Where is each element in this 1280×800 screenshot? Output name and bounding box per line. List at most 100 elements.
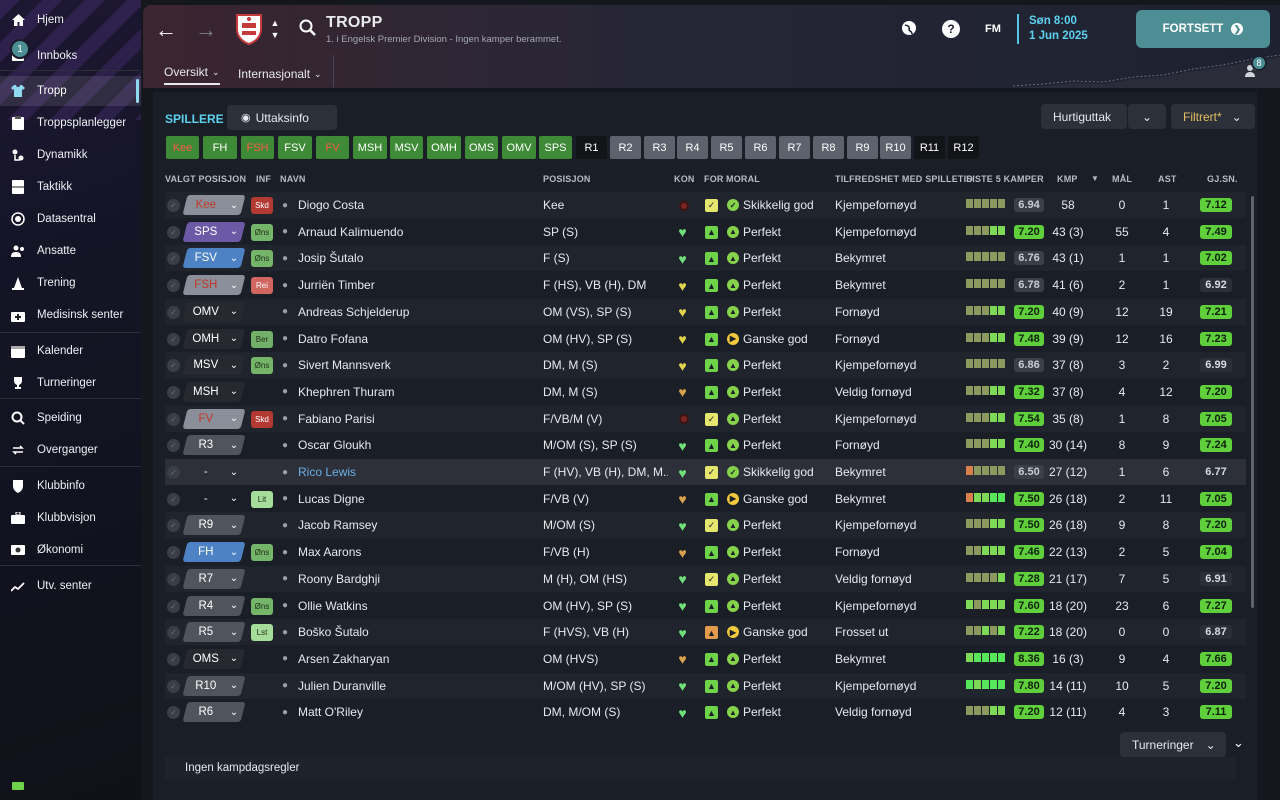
position-tag[interactable]: FSV [278,136,312,159]
selected-position-dropdown[interactable]: R5 ⌄ [182,622,246,643]
table-row[interactable]: ✓ - ⌄ Lit ● Lucas Digne F/VB (V) ♥ ▲ ▶ Ganske god B… [165,486,1246,512]
select-row-checkbox[interactable]: ✓ [167,305,180,319]
table-row[interactable]: ✓ - ⌄ ● Rico Lewis F (HV), VB (H), DM, M... ♥ ✓… [165,459,1246,485]
table-row[interactable]: ✓ R9 ⌄ ● Jacob Ramsey M/OM (S) ♥ ✓ ▲ Perfekt Kjemp… [165,512,1246,539]
sidebar-item-turneringer[interactable]: Turneringer [0,368,141,398]
tournaments-dropdown[interactable]: Turneringer ⌄ [1120,732,1226,757]
quick-pick-chevron-icon[interactable]: ⌄ [1128,104,1166,129]
position-tag[interactable]: R9 [847,136,878,159]
info-badge[interactable]: Lst [251,624,273,642]
sidebar-item-trening[interactable]: Trening [0,268,141,298]
position-tag[interactable]: OMS [465,136,498,159]
player-name[interactable]: Jacob Ramsey [298,512,543,538]
col-header-last5[interactable]: SISTE 5 KAMPER [966,174,1044,184]
continue-button[interactable]: FORTSETT ❯ [1136,10,1270,48]
globe-icon[interactable] [900,19,918,37]
select-row-checkbox[interactable]: ✓ [167,279,180,293]
col-header-kon[interactable]: KON [674,174,695,184]
position-tag[interactable]: R1 [576,136,607,159]
position-tag[interactable]: R8 [813,136,844,159]
sidebar-item-kalender[interactable]: Kalender [0,336,141,366]
sidebar-item-utv-senter[interactable]: Utv. senter [0,571,141,601]
selected-position-dropdown[interactable]: FH ⌄ [182,542,246,563]
quick-pick-button[interactable]: Hurtiguttak [1041,104,1127,129]
table-row[interactable]: ✓ OMV ⌄ ● Andreas Schjelderup OM (VS), SP (S)… [165,298,1246,325]
position-tag[interactable]: R2 [610,136,641,159]
select-row-checkbox[interactable]: ✓ [167,412,180,426]
player-name[interactable]: Josip Šutalo [298,245,543,271]
position-tag[interactable]: Kee [166,136,199,159]
table-row[interactable]: ✓ OMS ⌄ ● Arsen Zakharyan OM (HVS) ♥ ▲ ▲ Perfekt B… [165,646,1246,672]
collapse-chevron-icon[interactable]: ⌄ [1233,735,1244,751]
player-name[interactable]: Sivert Mannsverk [298,352,543,378]
select-row-checkbox[interactable]: ✓ [167,679,180,693]
player-name[interactable]: Julien Duranville [298,673,543,699]
table-scrollbar[interactable] [1251,196,1254,608]
selected-position-dropdown[interactable]: Kee ⌄ [182,195,246,215]
selected-position-dropdown[interactable]: R7 ⌄ [182,568,246,589]
select-row-checkbox[interactable]: ✓ [167,466,180,479]
sidebar-item-økonomi[interactable]: Økonomi [0,535,141,565]
sidebar-item-hjem[interactable]: Hjem [0,5,141,35]
tab-internasjonalt[interactable]: Internasjonalt ⌄ [238,63,322,85]
table-row[interactable]: ✓ R10 ⌄ ● Julien Duranville M/OM (HV), SP (S)… [165,672,1246,699]
selected-position-dropdown[interactable]: MSV ⌄ [182,355,246,376]
position-tag[interactable]: R3 [644,136,675,159]
forward-arrow-icon[interactable]: → [195,17,217,42]
table-row[interactable]: ✓ FH ⌄ Øns ● Max Aarons F/VB (H) ♥ ▲ ▲ Perfekt Forn… [165,539,1246,565]
table-row[interactable]: ✓ R3 ⌄ ● Oscar Gloukh M/OM (S), SP (S) ♥ ▲ ▲ Perf… [165,432,1246,458]
info-badge[interactable]: Rei [251,277,273,295]
select-row-checkbox[interactable]: ✓ [167,519,180,533]
game-date[interactable]: Søn 8:00 1 Jun 2025 [1017,14,1088,44]
sidebar-item-klubbinfo[interactable]: Klubbinfo [0,471,141,501]
select-row-checkbox[interactable]: ✓ [167,385,180,399]
player-name[interactable]: Diogo Costa [298,192,543,218]
player-name[interactable]: Arnaud Kalimuendo [298,219,543,245]
filter-dropdown[interactable]: Filtrert* ⌄ [1171,104,1255,129]
club-crest-icon[interactable] [234,12,264,46]
select-row-checkbox[interactable]: ✓ [167,332,180,346]
col-header-inf[interactable]: INF [256,174,271,184]
position-tag[interactable]: SPS [539,136,572,159]
select-row-checkbox[interactable]: ✓ [167,572,180,586]
table-row[interactable]: ✓ R4 ⌄ Øns ● Ollie Watkins OM (HV), SP (S) ♥ ▲ ▲ P… [165,593,1246,619]
uttaksinfo-dropdown[interactable]: ◉ Uttaksinfo [227,105,337,130]
info-badge[interactable]: Øns [251,544,273,562]
player-name[interactable]: Rico Lewis [298,459,543,485]
position-tag[interactable]: R4 [677,136,708,159]
sidebar-item-dynamikk[interactable]: Dynamikk [0,140,141,170]
search-icon[interactable] [298,18,318,38]
selected-position-dropdown[interactable]: R10 ⌄ [182,675,246,696]
table-row[interactable]: ✓ Kee ⌄ Skd ● Diogo Costa Kee ✓ ✓ Skikkelig god Kj… [165,192,1246,218]
position-tag[interactable]: MSH [353,136,387,159]
position-tag[interactable]: R7 [779,136,810,159]
table-row[interactable]: ✓ R5 ⌄ Lst ● Boško Šutalo F (HVS), VB (H) ♥ ▲ ▶ Ga… [165,619,1246,646]
info-badge[interactable]: Skd [251,410,273,428]
player-name[interactable]: Lucas Digne [298,486,543,512]
col-header-avg[interactable]: GJ.SN. [1207,174,1238,184]
info-badge[interactable]: Øns [251,357,273,375]
table-row[interactable]: ✓ R7 ⌄ ● Roony Bardghji M (H), OM (HS) ♥ ✓ ▲ Perf… [165,565,1246,592]
info-badge[interactable]: Skd [251,197,273,214]
player-name[interactable]: Matt O'Riley [298,699,543,725]
select-row-checkbox[interactable]: ✓ [167,199,180,212]
col-header-assists[interactable]: AST [1158,174,1177,184]
selected-position-dropdown[interactable]: OMS ⌄ [182,648,246,669]
select-row-checkbox[interactable]: ✓ [167,492,180,506]
player-name[interactable]: Ollie Watkins [298,593,543,619]
selected-position-dropdown[interactable]: FSV ⌄ [182,248,246,269]
col-header-moral[interactable]: MORAL [726,174,760,184]
position-tag[interactable]: R6 [745,136,776,159]
position-tag[interactable]: R10 [880,136,911,159]
club-switch-chevrons-icon[interactable]: ▲ ▼ [269,15,281,43]
help-icon[interactable]: ? [942,20,960,38]
sidebar-item-medisinsk-senter[interactable]: Medisinsk senter [0,300,141,330]
col-header-satisfaction[interactable]: TILFREDSHET MED SPILLETID [835,174,973,184]
sidebar-item-speiding[interactable]: Speiding [0,403,141,433]
sidebar-item-taktikk[interactable]: Taktikk [0,172,141,202]
sidebar-item-overganger[interactable]: Overganger [0,435,141,465]
position-tag[interactable]: FSH [241,136,274,159]
table-row[interactable]: ✓ MSV ⌄ Øns ● Sivert Mannsverk DM, M (S) ♥ ▲ ▲ Per… [165,352,1246,379]
sidebar-item-klubbvisjon[interactable]: Klubbvisjon [0,503,141,533]
player-name[interactable]: Boško Šutalo [298,619,543,645]
